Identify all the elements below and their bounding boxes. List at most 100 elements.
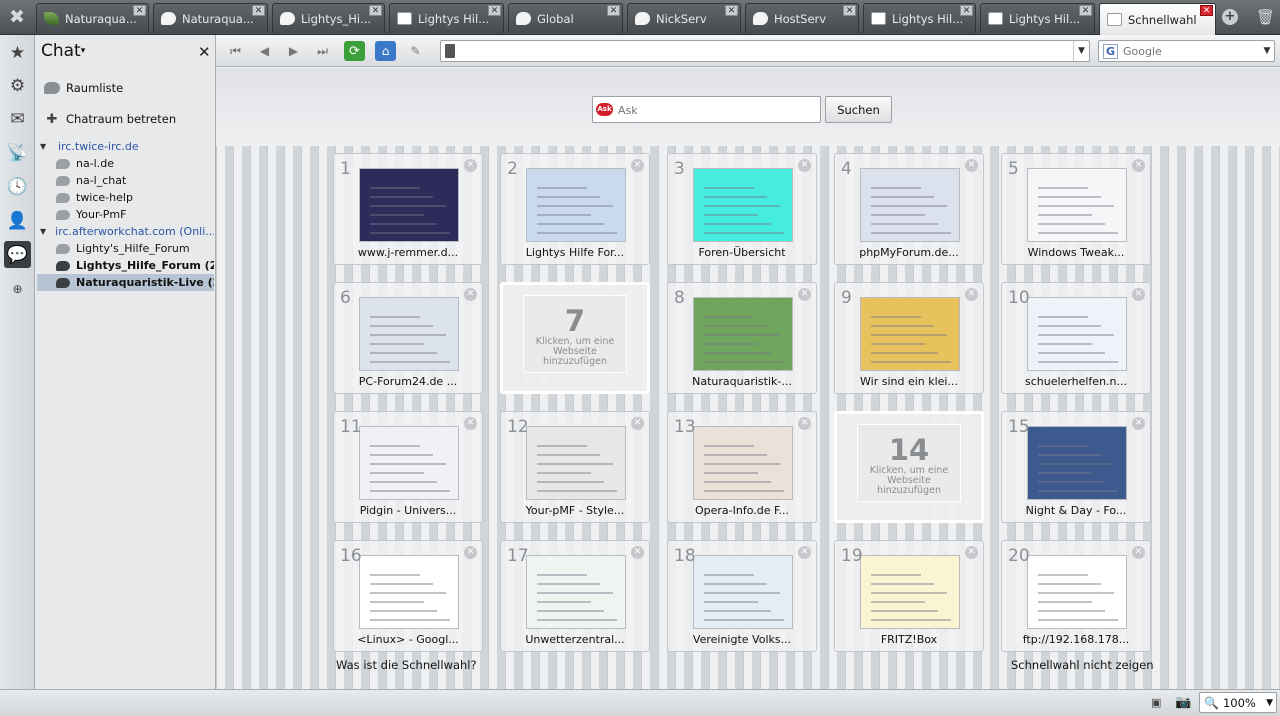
close-tab-icon[interactable]: ✕: [1200, 5, 1213, 16]
fast-forward-icon[interactable]: ⏭: [312, 41, 333, 61]
widget-icon[interactable]: ▣: [1151, 696, 1165, 709]
home-icon[interactable]: ⌂: [375, 41, 396, 61]
search-field[interactable]: G ▼: [1098, 40, 1275, 62]
speed-dial-cell[interactable]: 19 ✕ FRITZ!Box: [834, 540, 984, 652]
close-cell-icon[interactable]: ✕: [798, 546, 811, 559]
back-icon[interactable]: ◀: [254, 41, 275, 61]
tab-10[interactable]: Schnellwahl ✕: [1099, 3, 1216, 35]
chevron-down-icon[interactable]: ▼: [1260, 41, 1274, 61]
channel-item[interactable]: Lightys_Hilfe_Forum (2): [37, 257, 214, 274]
speed-dial-cell[interactable]: 13 ✕ Opera-Info.de F...: [667, 411, 817, 523]
search-input[interactable]: [1123, 43, 1253, 59]
tab-5[interactable]: Global ✕: [508, 3, 623, 33]
network-item[interactable]: ▼ irc.afterworkchat.com (Onli...: [37, 223, 214, 240]
menu-button[interactable]: ✖: [0, 0, 34, 34]
channel-item[interactable]: Naturaquaristik-Live (2): [37, 274, 214, 291]
tab-9[interactable]: Lightys Hil... ✕: [980, 3, 1095, 33]
network-item[interactable]: ▼ irc.twice-irc.de: [37, 138, 214, 155]
channel-item[interactable]: na-l_chat: [37, 172, 214, 189]
add-panel-icon[interactable]: ⊕: [4, 275, 31, 302]
speed-dial-cell[interactable]: 18 ✕ Vereinigte Volks...: [667, 540, 817, 652]
close-cell-icon[interactable]: ✕: [1132, 288, 1145, 301]
speed-dial-search[interactable]: Ask: [592, 96, 821, 123]
speed-dial-cell[interactable]: 17 ✕ Unwetterzentral...: [500, 540, 650, 652]
edit-icon[interactable]: ✎: [405, 41, 426, 61]
close-tab-icon[interactable]: ✕: [1079, 5, 1092, 16]
contacts-icon[interactable]: 👤: [4, 207, 31, 234]
channel-item[interactable]: Your-PmF: [37, 206, 214, 223]
close-cell-icon[interactable]: ✕: [631, 417, 644, 430]
speed-dial-cell[interactable]: 14 Klicken, um eine Webseite hinzuzufügen: [834, 411, 984, 523]
bookmarks-icon[interactable]: ★: [4, 39, 31, 66]
close-cell-icon[interactable]: ✕: [965, 546, 978, 559]
close-cell-icon[interactable]: ✕: [464, 546, 477, 559]
close-tab-icon[interactable]: ✕: [133, 5, 146, 16]
chat-panel-icon[interactable]: 💬: [4, 241, 31, 268]
search-button[interactable]: Suchen: [825, 96, 892, 123]
close-cell-icon[interactable]: ✕: [631, 159, 644, 172]
speed-dial-search-input[interactable]: [618, 102, 813, 118]
trash-icon[interactable]: 🗑: [1256, 8, 1275, 26]
close-tab-icon[interactable]: ✕: [607, 5, 620, 16]
speed-dial-cell[interactable]: 2 ✕ Lightys Hilfe For...: [500, 153, 650, 265]
zoom-control[interactable]: 🔍 100% ▼: [1199, 692, 1277, 713]
hide-speed-dial-link[interactable]: Schnellwahl nicht zeigen: [1011, 658, 1154, 672]
speed-dial-cell[interactable]: 8 ✕ Naturaquaristik-...: [667, 282, 817, 394]
speed-dial-cell[interactable]: 16 ✕ <Linux> - Googl...: [333, 540, 483, 652]
room-list-action[interactable]: Raumliste: [43, 81, 123, 95]
close-cell-icon[interactable]: ✕: [1132, 546, 1145, 559]
panel-title[interactable]: Chat▾: [41, 41, 85, 61]
close-tab-icon[interactable]: ✕: [369, 5, 382, 16]
speed-dial-cell[interactable]: 3 ✕ Foren-Übersicht: [667, 153, 817, 265]
tab-6[interactable]: NickServ ✕: [627, 3, 741, 33]
expand-triangle-icon[interactable]: ▼: [40, 227, 46, 236]
close-cell-icon[interactable]: ✕: [798, 417, 811, 430]
what-is-speed-dial-link[interactable]: Was ist die Schnellwahl?: [336, 658, 477, 672]
close-panel-icon[interactable]: ✕: [198, 43, 211, 61]
tab-7[interactable]: HostServ ✕: [745, 3, 859, 33]
feeds-icon[interactable]: 📡: [4, 139, 31, 166]
close-cell-icon[interactable]: ✕: [464, 159, 477, 172]
speed-dial-cell[interactable]: 10 ✕ schuelerhelfen.n...: [1001, 282, 1151, 394]
close-cell-icon[interactable]: ✕: [965, 159, 978, 172]
channel-item[interactable]: twice-help: [37, 189, 214, 206]
mail-icon[interactable]: ✉: [4, 105, 31, 132]
speed-dial-cell[interactable]: 4 ✕ phpMyForum.de...: [834, 153, 984, 265]
channel-item[interactable]: Lighty's_Hilfe_Forum: [37, 240, 214, 257]
close-cell-icon[interactable]: ✕: [464, 288, 477, 301]
channel-item[interactable]: na-l.de: [37, 155, 214, 172]
speed-dial-cell[interactable]: 5 ✕ Windows Tweak...: [1001, 153, 1151, 265]
expand-triangle-icon[interactable]: ▼: [40, 142, 49, 151]
speed-dial-cell[interactable]: 15 ✕ Night & Day - Fo...: [1001, 411, 1151, 523]
close-cell-icon[interactable]: ✕: [798, 159, 811, 172]
speed-dial-cell[interactable]: 6 ✕ PC-Forum24.de ...: [333, 282, 483, 394]
address-bar[interactable]: ▼: [440, 40, 1090, 62]
close-cell-icon[interactable]: ✕: [1132, 417, 1145, 430]
speed-dial-cell[interactable]: 11 ✕ Pidgin - Univers...: [333, 411, 483, 523]
close-cell-icon[interactable]: ✕: [1132, 159, 1145, 172]
tab-2[interactable]: Naturaqua... ✕: [153, 3, 268, 33]
close-cell-icon[interactable]: ✕: [965, 288, 978, 301]
speed-dial-cell[interactable]: 9 ✕ Wir sind ein klei...: [834, 282, 984, 394]
forward-icon[interactable]: ▶: [283, 41, 304, 61]
history-icon[interactable]: 🕓: [4, 173, 31, 200]
tab-3[interactable]: Lightys_Hi... ✕: [272, 3, 385, 33]
close-tab-icon[interactable]: ✕: [960, 5, 973, 16]
tab-4[interactable]: Lightys Hil... ✕: [389, 3, 504, 33]
speed-dial-cell[interactable]: 7 Klicken, um eine Webseite hinzuzufügen: [500, 282, 650, 394]
speed-dial-cell[interactable]: 12 ✕ Your-pMF - Style...: [500, 411, 650, 523]
close-cell-icon[interactable]: ✕: [464, 417, 477, 430]
speed-dial-cell[interactable]: 1 ✕ www.j-remmer.d...: [333, 153, 483, 265]
speed-dial-cell[interactable]: 20 ✕ ftp://192.168.178...: [1001, 540, 1151, 652]
chevron-down-icon[interactable]: ▼: [1073, 41, 1089, 61]
close-cell-icon[interactable]: ✕: [631, 546, 644, 559]
chevron-down-icon[interactable]: ▼: [1266, 698, 1273, 708]
tab-1[interactable]: Naturaqua... ✕: [36, 3, 149, 33]
settings-icon[interactable]: ⚙: [4, 72, 31, 99]
tab-8[interactable]: Lightys Hil... ✕: [863, 3, 976, 33]
close-cell-icon[interactable]: ✕: [798, 288, 811, 301]
camera-icon[interactable]: 📷: [1175, 695, 1191, 710]
close-tab-icon[interactable]: ✕: [843, 5, 856, 16]
close-tab-icon[interactable]: ✕: [252, 5, 265, 16]
reload-icon[interactable]: ⟳: [344, 41, 365, 61]
